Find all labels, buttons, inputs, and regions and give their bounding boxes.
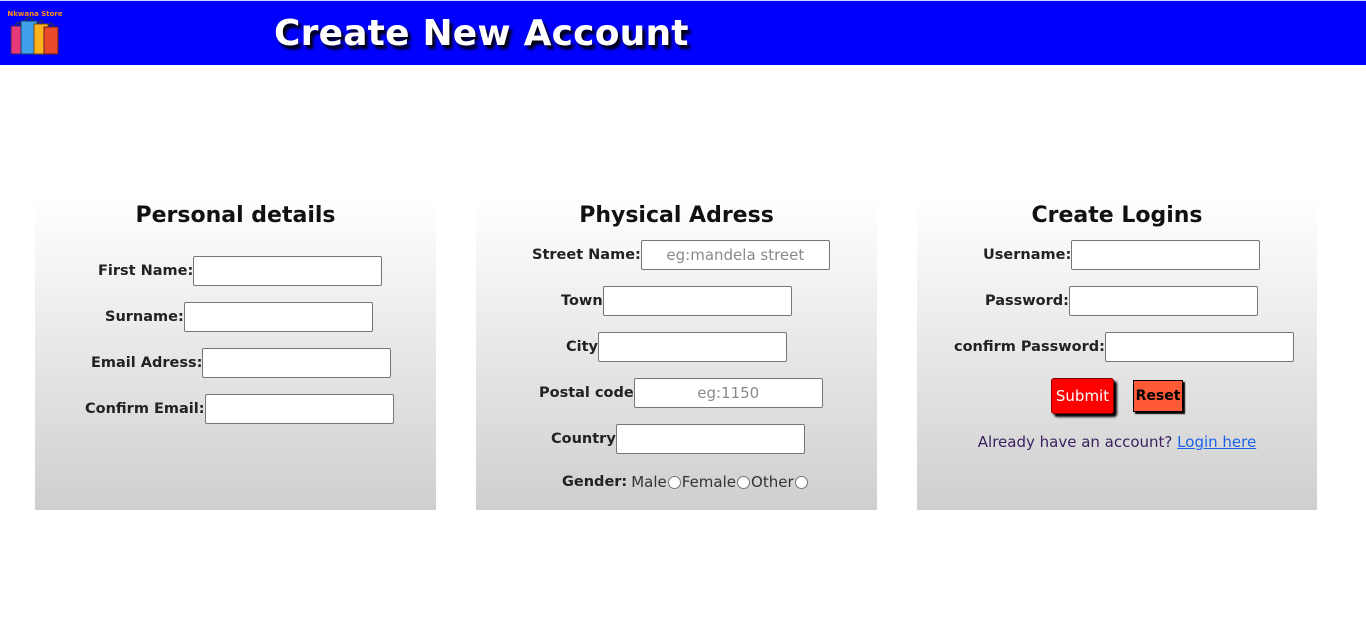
surname-input[interactable] xyxy=(183,302,373,332)
postal-code-label: Postal code xyxy=(539,385,634,401)
gender-label: Gender: xyxy=(562,474,628,490)
create-logins-panel: Create Logins Username: Password: confir… xyxy=(917,197,1317,510)
login-here-link[interactable]: Login here xyxy=(1177,433,1256,451)
gender-male-radio[interactable] xyxy=(667,475,681,489)
header-bar: Nkwana Store Create New Account xyxy=(0,0,1366,65)
postal-code-input[interactable] xyxy=(633,378,823,408)
surname-row: Surname: xyxy=(105,302,373,332)
email-input[interactable] xyxy=(202,348,392,378)
username-input[interactable] xyxy=(1071,240,1261,270)
shopping-bags-logo-icon: Nkwana Store xyxy=(8,10,62,55)
confirm-email-row: Confirm Email: xyxy=(85,394,394,424)
submit-button[interactable]: Submit xyxy=(1051,378,1114,414)
surname-label: Surname: xyxy=(105,309,184,325)
password-row: Password: xyxy=(985,286,1258,316)
svg-text:Nkwana Store: Nkwana Store xyxy=(8,10,62,18)
first-name-input[interactable] xyxy=(193,256,383,286)
country-label: Country xyxy=(551,431,616,447)
city-row: City xyxy=(566,332,787,362)
gender-option-male-label: Male xyxy=(631,473,667,491)
country-input[interactable] xyxy=(615,424,805,454)
already-account-text: Already have an account? xyxy=(977,433,1173,451)
email-label: Email Adress: xyxy=(91,355,203,371)
confirm-password-label: confirm Password: xyxy=(954,339,1105,355)
street-label: Street Name: xyxy=(532,247,641,263)
city-label: City xyxy=(566,339,598,355)
confirm-email-label: Confirm Email: xyxy=(85,401,205,417)
login-prompt: Already have an account? Login here xyxy=(917,433,1317,451)
create-logins-heading: Create Logins xyxy=(1031,203,1203,228)
street-input[interactable] xyxy=(640,240,830,270)
gender-other-radio[interactable] xyxy=(794,475,808,489)
city-input[interactable] xyxy=(598,332,787,362)
first-name-row: First Name: xyxy=(98,256,383,286)
username-row: Username: xyxy=(983,240,1261,270)
gender-row: Gender: Male Female Other xyxy=(562,467,809,497)
gender-option-female-label: Female xyxy=(681,473,737,491)
street-row: Street Name: xyxy=(532,240,830,270)
password-input[interactable] xyxy=(1068,286,1258,316)
confirm-password-input[interactable] xyxy=(1104,332,1294,362)
email-row: Email Adress: xyxy=(91,348,392,378)
physical-address-panel: Physical Adress Street Name: Town City P… xyxy=(476,197,877,510)
town-input[interactable] xyxy=(602,286,792,316)
confirm-password-row: confirm Password: xyxy=(954,332,1294,362)
postal-code-row: Postal code xyxy=(539,378,823,408)
gender-female-radio[interactable] xyxy=(737,475,751,489)
confirm-email-input[interactable] xyxy=(204,394,394,424)
country-row: Country xyxy=(551,424,805,454)
gender-option-other-label: Other xyxy=(751,473,794,491)
reset-button[interactable]: Reset xyxy=(1133,380,1183,412)
first-name-label: First Name: xyxy=(98,263,194,279)
username-label: Username: xyxy=(983,247,1072,263)
town-row: Town xyxy=(561,286,792,316)
town-label: Town xyxy=(561,293,603,309)
personal-details-panel: Personal details First Name: Surname: Em… xyxy=(35,197,436,510)
physical-address-heading: Physical Adress xyxy=(579,203,774,228)
personal-details-heading: Personal details xyxy=(135,203,336,228)
password-label: Password: xyxy=(985,293,1069,309)
page-title: Create New Account xyxy=(274,13,689,54)
